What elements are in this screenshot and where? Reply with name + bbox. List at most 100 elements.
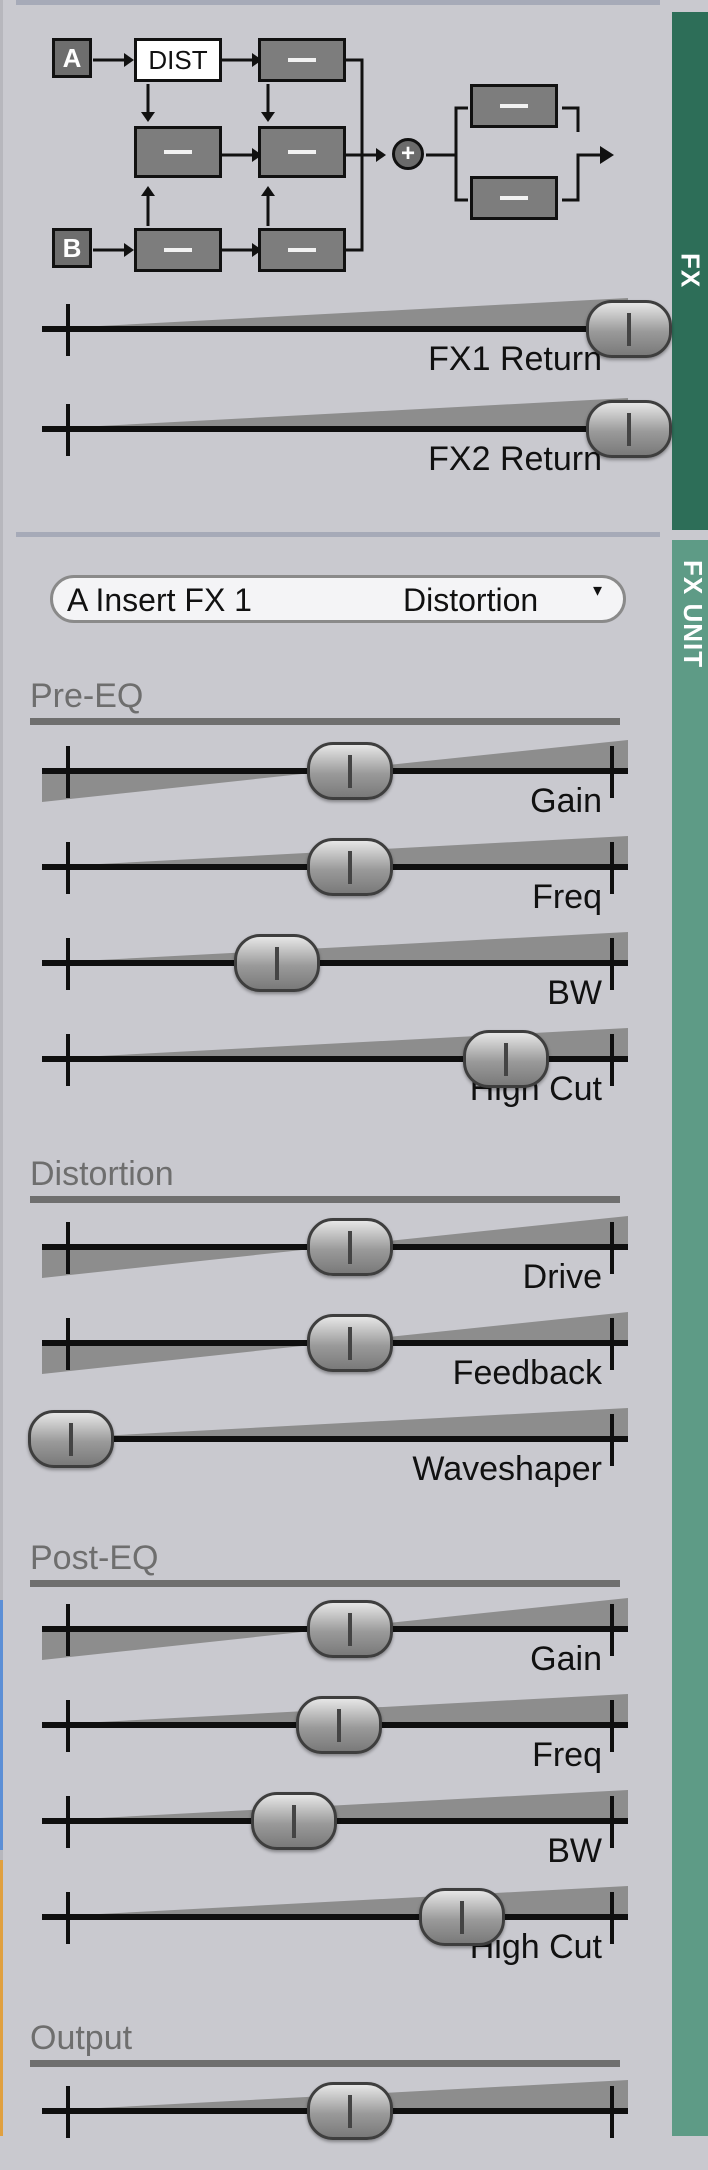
fx-return-box[interactable] xyxy=(470,176,558,220)
fx-slot-box[interactable] xyxy=(134,126,222,178)
parameter-slider[interactable]: High Cut xyxy=(30,1886,640,1976)
fx-unit-selector[interactable]: A Insert FX 1 Distortion ▾ xyxy=(50,575,626,623)
slider-knob[interactable] xyxy=(295,1696,382,1754)
slider-max-tick xyxy=(610,938,614,990)
section-title: Output xyxy=(30,2019,133,2057)
slider-knob[interactable] xyxy=(307,1600,393,1658)
parameter-slider[interactable]: Freq xyxy=(30,836,640,926)
fx-slot-box[interactable] xyxy=(258,126,346,178)
tab-fx-unit[interactable]: FX UNIT xyxy=(672,540,708,2136)
sum-node: + xyxy=(392,138,424,170)
slider-label: Waveshaper xyxy=(412,1450,602,1488)
slider-knob[interactable] xyxy=(307,742,393,800)
slider-knob[interactable] xyxy=(586,300,672,358)
slider-min-tick xyxy=(66,1796,70,1848)
slider-label: BW xyxy=(547,974,602,1012)
tab-fx[interactable]: FX xyxy=(672,12,708,530)
dist-box[interactable]: DIST xyxy=(134,38,222,82)
slider-label: Gain xyxy=(530,1640,602,1678)
section-rule xyxy=(30,2060,620,2067)
slider-knob[interactable] xyxy=(463,1030,550,1088)
slider-min-tick xyxy=(66,1222,70,1274)
slider-min-tick xyxy=(66,2086,70,2138)
section-header: Post-EQ xyxy=(30,1538,620,1587)
slider-track[interactable] xyxy=(42,426,628,432)
slider-max-tick xyxy=(610,2086,614,2138)
slider-knob[interactable] xyxy=(234,934,321,992)
input-a-box: A xyxy=(52,38,92,78)
parameter-slider[interactable]: Feedback xyxy=(30,1312,640,1402)
section-title: Distortion xyxy=(30,1155,174,1193)
slider-label: BW xyxy=(547,1832,602,1870)
slider-min-tick xyxy=(66,1318,70,1370)
slider-max-tick xyxy=(610,842,614,894)
slider-max-tick xyxy=(610,1604,614,1656)
slider-track[interactable] xyxy=(42,960,628,966)
slider-min-tick xyxy=(66,1604,70,1656)
chevron-down-icon: ▾ xyxy=(593,580,603,600)
slider-min-tick xyxy=(66,1034,70,1086)
parameter-slider[interactable]: BW xyxy=(30,932,640,1022)
parameter-slider[interactable]: FX2 Return xyxy=(30,398,672,488)
slider-min-tick xyxy=(66,1700,70,1752)
left-edge-accent-orange xyxy=(0,1860,3,2136)
fx-slot-box[interactable] xyxy=(134,228,222,272)
slider-label: Feedback xyxy=(452,1354,602,1392)
section-header: Distortion xyxy=(30,1154,620,1203)
parameter-slider[interactable]: Gain xyxy=(30,740,640,830)
slider-label: Drive xyxy=(522,1258,602,1296)
slider-max-tick xyxy=(610,1892,614,1944)
slider-max-tick xyxy=(610,1222,614,1274)
slider-max-tick xyxy=(610,1034,614,1086)
section-divider xyxy=(16,532,660,537)
parameter-slider[interactable]: Waveshaper xyxy=(28,1408,640,1498)
slider-min-tick xyxy=(66,1892,70,1944)
section-header: Output xyxy=(30,2018,620,2067)
slider-max-tick xyxy=(610,746,614,798)
parameter-slider[interactable]: Drive xyxy=(30,1216,640,1306)
slider-knob[interactable] xyxy=(251,1792,338,1850)
slider-label: FX1 Return xyxy=(428,340,602,378)
tab-fx-label: FX xyxy=(675,253,706,289)
parameter-slider[interactable]: Gain xyxy=(30,1598,640,1688)
slider-min-tick xyxy=(66,938,70,990)
slider-label: Freq xyxy=(532,878,602,916)
slider-knob[interactable] xyxy=(307,1218,393,1276)
fx-slot-box[interactable] xyxy=(258,38,346,82)
section-rule xyxy=(30,1196,620,1203)
fx-type-value: Distortion xyxy=(403,582,539,618)
slider-min-tick xyxy=(66,304,70,356)
slider-label: Freq xyxy=(532,1736,602,1774)
slider-min-tick xyxy=(66,746,70,798)
slider-knob[interactable] xyxy=(307,838,393,896)
input-b-box: B xyxy=(52,228,92,268)
slider-max-tick xyxy=(610,1700,614,1752)
slider-knob[interactable] xyxy=(28,1410,114,1468)
fx-slot-label: A Insert FX 1 xyxy=(67,582,252,618)
parameter-slider[interactable]: Freq xyxy=(30,1694,640,1784)
slider-label: FX2 Return xyxy=(428,440,602,478)
slider-max-tick xyxy=(610,1318,614,1370)
slider-knob[interactable] xyxy=(307,2082,393,2140)
slider-track[interactable] xyxy=(42,1914,628,1920)
slider-knob[interactable] xyxy=(586,400,672,458)
slider-max-tick xyxy=(610,1414,614,1466)
fx-return-box[interactable] xyxy=(470,84,558,128)
section-title: Post-EQ xyxy=(30,1539,159,1577)
slider-knob[interactable] xyxy=(307,1314,393,1372)
section-rule xyxy=(30,1580,620,1587)
parameter-slider[interactable] xyxy=(30,2080,640,2170)
slider-min-tick xyxy=(66,842,70,894)
slider-track[interactable] xyxy=(42,326,628,332)
left-edge-accent-blue xyxy=(0,1600,3,1850)
slider-knob[interactable] xyxy=(418,1888,505,1946)
slider-max-tick xyxy=(610,1796,614,1848)
tab-fx-unit-label: FX UNIT xyxy=(678,559,708,669)
parameter-slider[interactable]: High Cut xyxy=(30,1028,640,1118)
parameter-slider[interactable]: FX1 Return xyxy=(30,298,672,388)
fx-slot-box[interactable] xyxy=(258,228,346,272)
slider-label: Gain xyxy=(530,782,602,820)
slider-track[interactable] xyxy=(42,1436,628,1442)
parameter-slider[interactable]: BW xyxy=(30,1790,640,1880)
section-rule xyxy=(30,718,620,725)
